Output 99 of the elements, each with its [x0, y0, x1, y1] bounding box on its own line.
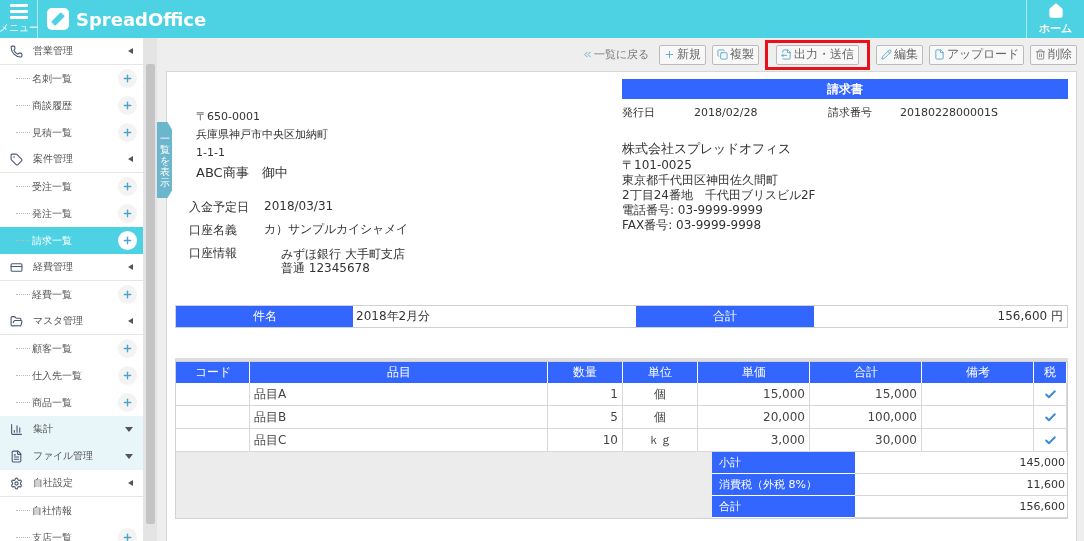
table-cell: 15,000	[810, 383, 922, 406]
table-header: 品目	[250, 362, 548, 383]
plus-icon	[122, 127, 133, 138]
pencil-icon	[881, 49, 892, 60]
table-cell-text: 156,600 円	[996, 308, 1064, 325]
plus-icon	[122, 208, 133, 219]
field-label: 発行日	[622, 104, 656, 120]
table-header: コード	[176, 362, 250, 383]
add-button[interactable]	[118, 285, 137, 304]
sender-detail: FAX番号: 03-9999-9998	[622, 218, 763, 233]
add-button[interactable]	[118, 339, 137, 358]
table-cell: 11,600	[855, 474, 1067, 496]
table-cell: 品目A	[250, 383, 548, 406]
toolbar-button[interactable]: アップロード	[929, 44, 1024, 65]
phone-icon	[10, 44, 23, 58]
table-header: 税	[1034, 362, 1067, 383]
sender-detail: 〒101-0025	[622, 158, 693, 173]
document-title: 請求書	[622, 79, 1068, 99]
plus-icon	[122, 532, 133, 541]
add-button[interactable]	[118, 204, 137, 223]
field-value: 2018/02/28	[694, 105, 759, 119]
card-icon	[10, 260, 23, 274]
sender-detail: 電話番号: 03-9999-9999	[622, 203, 764, 218]
add-button[interactable]	[118, 366, 137, 385]
file-export-icon	[781, 49, 792, 60]
toolbar-button[interactable]: 新規	[659, 44, 706, 65]
plus-icon	[122, 370, 133, 381]
tag-icon	[10, 152, 23, 166]
table-header: 単位	[623, 362, 698, 383]
double-chevron-left-icon	[582, 49, 593, 60]
toolbar-button[interactable]: 複製	[712, 44, 759, 65]
field-value: 普通 12345678	[281, 261, 371, 275]
table-cell: 100,000	[810, 406, 922, 429]
plus-icon	[664, 49, 675, 60]
table-cell: 1	[548, 383, 623, 406]
settings-icon	[10, 476, 23, 490]
file-icon	[10, 449, 23, 463]
back-link[interactable]: 一覧に戻る	[582, 47, 649, 62]
plus-icon	[122, 235, 133, 246]
add-button[interactable]	[118, 177, 137, 196]
field-value: 2018/03/31	[264, 199, 335, 213]
table-cell: 個	[623, 406, 698, 429]
table-header: 単価	[698, 362, 810, 383]
field-label: 請求番号	[828, 104, 873, 120]
add-button[interactable]	[118, 96, 137, 115]
table-header: 合計	[810, 362, 922, 383]
plus-icon	[122, 73, 133, 84]
plus-icon	[122, 181, 133, 192]
home-icon	[1047, 2, 1064, 19]
table-cell: 156,600	[855, 496, 1067, 518]
menu-icon	[8, 3, 29, 20]
toolbar-button[interactable]: 編集	[876, 44, 923, 65]
field-value: 2018022800001S	[900, 105, 999, 119]
plus-icon	[122, 397, 133, 408]
sender-detail: 2丁目24番地 千代田ブリスビル2F	[622, 188, 817, 203]
sender-detail: 東京都千代田区神田佐久間町	[622, 173, 779, 188]
field-value: みずほ銀行 大手町支店	[281, 247, 406, 261]
recipient-address: 兵庫県神戸市中央区加納町	[195, 127, 329, 143]
field-label: 入金予定日	[189, 199, 250, 216]
file-icon	[934, 49, 945, 60]
plus-icon	[122, 100, 133, 111]
folder-icon	[10, 314, 23, 328]
postal-code: 〒650-0001	[195, 109, 261, 125]
scrollbar[interactable]	[143, 38, 157, 541]
sidebar-section[interactable]: ファイル管理	[0, 443, 143, 470]
app-logo-text: SpreadOffice	[76, 8, 207, 30]
recipient-address: 1-1-1	[195, 145, 226, 161]
table-header: 消費税（外税 8%）	[712, 474, 855, 496]
table-cell: 5	[548, 406, 623, 429]
bar-chart-icon	[10, 422, 23, 436]
copy-icon	[717, 49, 728, 60]
table-header: 合計	[636, 306, 815, 327]
table-header: 件名	[176, 306, 354, 327]
table-cell: 品目B	[250, 406, 548, 429]
add-button[interactable]	[118, 123, 137, 142]
table-header: 数量	[548, 362, 623, 383]
trash-icon	[1035, 49, 1046, 60]
plus-icon	[122, 289, 133, 300]
field-label: 口座情報	[189, 245, 238, 262]
table-header: 合計	[712, 496, 855, 518]
toolbar-button[interactable]: 削除	[1030, 44, 1077, 65]
field-label: 口座名義	[189, 222, 238, 239]
sender-name: 株式会社スプレッドオフィス	[622, 140, 792, 158]
add-button[interactable]	[118, 69, 137, 88]
add-button[interactable]	[118, 231, 137, 250]
table-cell: 個	[623, 383, 698, 406]
table-cell: 145,000	[855, 452, 1067, 474]
table-cell: 15,000	[698, 383, 810, 406]
logo-icon	[46, 7, 70, 31]
table-header: 備考	[922, 362, 1034, 383]
table-header: 小計	[712, 452, 855, 474]
plus-icon	[122, 343, 133, 354]
table-cell: 20,000	[698, 406, 810, 429]
add-button[interactable]	[118, 393, 137, 412]
recipient-name: ABC商事 御中	[195, 164, 289, 182]
field-value: カ）サンプルカイシャメイ	[264, 222, 409, 236]
sidebar-section[interactable]: 集計	[0, 416, 143, 443]
toolbar-button[interactable]: 出力・送信	[776, 44, 859, 65]
table-cell-text: 2018年2月分	[355, 308, 432, 325]
